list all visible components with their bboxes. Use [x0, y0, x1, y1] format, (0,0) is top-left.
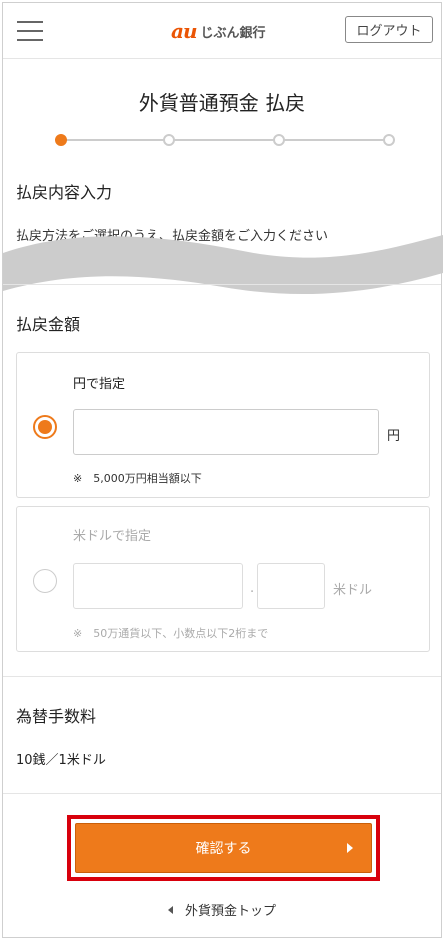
yen-unit-label: 円: [387, 429, 401, 444]
section-divider: [3, 676, 441, 677]
yen-option-box: 円で指定 円 ※ 5,000万円相当額以下: [16, 352, 430, 498]
usd-option-label: 米ドルで指定: [73, 529, 152, 544]
section-divider: [3, 284, 441, 285]
back-to-top-link[interactable]: 外貨預金トップ: [3, 900, 441, 919]
confirm-button-label: 確認する: [195, 841, 252, 857]
logout-button[interactable]: ログアウト: [345, 16, 433, 43]
usd-option-box: 米ドルで指定 . 米ドル ※ 50万通貨以下、小数点以下2桁まで: [16, 506, 430, 652]
page-title: 外貨普通預金 払戻: [138, 91, 306, 115]
step-3-dot: [273, 134, 285, 146]
content-section-title: 払戻内容入力: [16, 183, 113, 202]
step-line: [59, 139, 391, 141]
wave-divider: [3, 235, 443, 295]
confirm-button[interactable]: 確認する: [75, 823, 372, 873]
chevron-left-icon: [167, 906, 173, 914]
brand-logo: au じぶん銀行: [171, 19, 266, 43]
chevron-right-icon: [347, 843, 353, 853]
step-4-dot: [383, 134, 395, 146]
back-link-label: 外貨預金トップ: [184, 904, 276, 919]
step-2-dot: [163, 134, 175, 146]
yen-amount-input[interactable]: [73, 409, 379, 455]
yen-limit-note: ※ 5,000万円相当額以下: [73, 472, 202, 485]
usd-unit-label: 米ドル: [333, 583, 373, 598]
section-divider: [3, 793, 441, 794]
decimal-point: .: [250, 581, 255, 596]
app-frame: au じぶん銀行 ログアウト 外貨普通預金 払戻 払戻内容入力 払戻方法をご選択…: [2, 2, 443, 938]
yen-option-label: 円で指定: [73, 377, 126, 392]
fee-section-title: 為替手数料: [16, 707, 97, 726]
usd-decimal-input[interactable]: [257, 563, 325, 609]
fee-value: 10銭／1米ドル: [16, 753, 106, 768]
usd-limit-note: ※ 50万通貨以下、小数点以下2桁まで: [73, 627, 269, 640]
step-indicator: [55, 133, 395, 147]
usd-integer-input[interactable]: [73, 563, 243, 609]
usd-option-radio[interactable]: [33, 569, 57, 593]
menu-icon[interactable]: [17, 21, 43, 43]
logo-mark: au: [171, 19, 197, 43]
header: au じぶん銀行 ログアウト: [3, 3, 441, 59]
step-1-dot: [55, 134, 67, 146]
logo-text: じぶん銀行: [200, 25, 266, 41]
yen-option-radio[interactable]: [33, 415, 57, 439]
amount-section-title: 払戻金額: [16, 315, 81, 334]
